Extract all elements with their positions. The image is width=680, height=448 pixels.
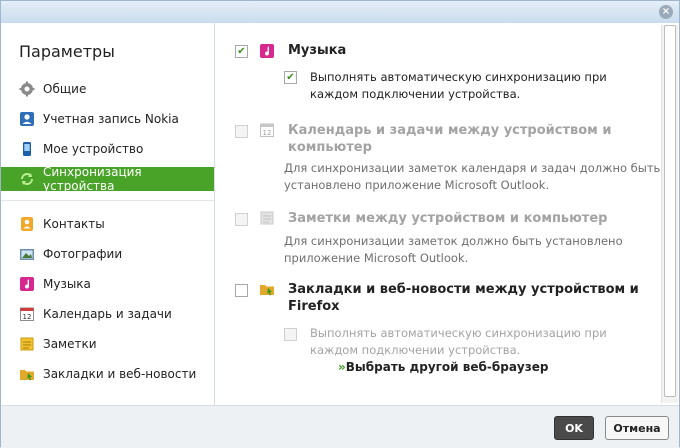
sidebar-divider — [1, 200, 214, 201]
calendar-icon: 12 — [19, 306, 35, 322]
title-bar: × — [1, 1, 679, 23]
sidebar-item-label: Синхронизация устройства — [43, 165, 142, 193]
cancel-button[interactable]: Отмена — [605, 416, 669, 440]
music-sync-checkbox[interactable]: ✔ — [235, 45, 248, 58]
sidebar-item-contacts[interactable]: Контакты — [1, 212, 214, 236]
music-icon — [259, 43, 275, 59]
bookmarks-icon — [259, 281, 275, 297]
choose-browser-link-label: Выбрать другой веб-браузер — [345, 360, 549, 374]
sidebar-item-notes[interactable]: Заметки — [1, 332, 214, 356]
sidebar-item-label: Учетная запись Nokia — [43, 112, 179, 126]
sidebar-item-nokia-account[interactable]: Учетная запись Nokia — [1, 107, 214, 131]
sidebar-item-calendar[interactable]: 12 Календарь и задачи — [1, 302, 214, 326]
bookmarks-section-title: Закладки и веб-новости между устройством… — [288, 282, 639, 314]
notes-icon — [259, 210, 275, 226]
sidebar-item-label: Музыка — [43, 277, 91, 291]
sidebar-item-bookmarks[interactable]: Закладки и веб-новости — [1, 362, 214, 386]
sidebar-item-label: Фотографии — [43, 247, 123, 261]
settings-dialog: × Параметры Общие Учетная запись Nokia М… — [0, 0, 680, 448]
sync-icon — [19, 171, 35, 187]
bookmarks-auto-sync-checkbox — [284, 328, 297, 341]
dialog-footer: OK Отмена — [1, 405, 679, 448]
sidebar-item-my-device[interactable]: Мое устройство — [1, 137, 214, 161]
sidebar-item-label: Мое устройство — [43, 142, 144, 156]
calendar-icon: 12 — [259, 122, 275, 138]
close-icon[interactable]: × — [659, 5, 673, 19]
music-section-title: Музыка — [288, 43, 347, 58]
sync-settings-panel: ✔ Музыка ✔ Выполнять автоматическую синх… — [215, 23, 661, 405]
sidebar-item-general[interactable]: Общие — [1, 77, 214, 101]
sidebar-item-music[interactable]: Музыка — [1, 272, 214, 296]
sidebar-item-photos[interactable]: Фотографии — [1, 242, 214, 266]
ok-button[interactable]: OK — [554, 416, 594, 440]
sidebar-item-label: Общие — [43, 82, 87, 96]
sidebar-item-label: Календарь и задачи — [43, 307, 172, 321]
svg-text:12: 12 — [23, 313, 32, 321]
bookmarks-auto-sync-label: Выполнять автоматическую синхронизацию п… — [310, 326, 607, 357]
link-arrow-icon: » — [338, 360, 346, 374]
bookmarks-icon — [19, 366, 35, 382]
music-icon — [19, 276, 35, 292]
page-title: Параметры — [19, 42, 115, 61]
notes-section-desc: Для синхронизации заметок должно быть ус… — [284, 234, 623, 265]
notes-sync-checkbox — [235, 213, 248, 226]
sidebar-item-label: Контакты — [43, 217, 105, 231]
choose-browser-link[interactable]: »Выбрать другой веб-браузер — [338, 360, 548, 374]
notes-section-title: Заметки между устройством и компьютер — [288, 211, 608, 226]
user-icon — [19, 111, 35, 127]
calendar-sync-checkbox — [235, 125, 248, 138]
calendar-section-title: Календарь и задачи между устройством и к… — [288, 123, 612, 155]
gear-icon — [19, 81, 35, 97]
phone-icon — [19, 141, 35, 157]
notes-icon — [19, 336, 35, 352]
contacts-icon — [19, 216, 35, 232]
music-auto-sync-checkbox[interactable]: ✔ — [284, 71, 297, 84]
sidebar-item-device-sync[interactable]: Синхронизация устройства — [1, 165, 214, 193]
scrollbar-thumb[interactable] — [664, 25, 676, 397]
music-auto-sync-label: Выполнять автоматическую синхронизацию п… — [310, 70, 607, 101]
photos-icon — [19, 246, 35, 262]
calendar-section-desc: Для синхронизации заметок календаря и за… — [284, 161, 661, 192]
sidebar: Параметры Общие Учетная запись Nokia Мое… — [1, 23, 215, 405]
sidebar-item-label: Заметки — [43, 337, 97, 351]
svg-text:12: 12 — [263, 129, 272, 137]
vertical-scrollbar[interactable] — [661, 25, 678, 403]
sidebar-item-label: Закладки и веб-новости — [43, 367, 197, 381]
bookmarks-sync-checkbox[interactable] — [235, 284, 248, 297]
